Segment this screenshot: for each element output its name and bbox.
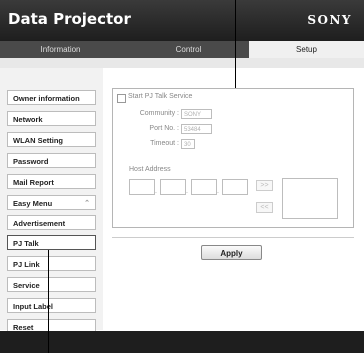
host-address-octet-1[interactable]: [129, 179, 155, 195]
brand-logo: SONY: [307, 13, 352, 27]
sidebar-item-owner-information[interactable]: Owner information: [7, 90, 96, 105]
tab-bar: Information Control Setup: [0, 41, 364, 58]
callout-line-panel: [235, 0, 236, 88]
tab-control[interactable]: Control: [128, 41, 249, 58]
community-field[interactable]: SONY: [181, 109, 212, 119]
sidebar-item-label: Easy Menu: [13, 199, 53, 208]
footer-bar: [0, 331, 364, 353]
octet-separator: .: [155, 188, 157, 195]
port-field[interactable]: 53484: [181, 124, 212, 134]
sidebar-item-easy-menu[interactable]: Easy Menu ⌃: [7, 195, 96, 210]
app-header: Data Projector SONY: [0, 0, 364, 41]
sidebar-item-wlan-setting[interactable]: WLAN Setting: [7, 132, 96, 147]
sidebar-item-input-label[interactable]: Input Label: [7, 298, 96, 313]
app-title: Data Projector: [8, 10, 131, 28]
octet-separator: .: [217, 188, 219, 195]
sidebar-item-advertisement[interactable]: Advertisement: [7, 215, 96, 230]
sub-bar: [0, 58, 364, 68]
add-host-button[interactable]: >>: [256, 180, 273, 191]
host-address-list[interactable]: [282, 178, 338, 219]
timeout-field[interactable]: 30: [181, 139, 195, 149]
sidebar-item-network[interactable]: Network: [7, 111, 96, 126]
start-service-label: Start PJ Talk Service: [128, 93, 193, 100]
timeout-label: Timeout :: [150, 140, 179, 147]
chevron-up-icon: ⌃: [84, 200, 90, 207]
apply-button[interactable]: Apply: [201, 245, 262, 260]
sidebar-item-pj-link[interactable]: PJ Link: [7, 256, 96, 271]
host-address-label: Host Address: [129, 166, 171, 173]
remove-host-button[interactable]: <<: [256, 202, 273, 213]
sidebar-item-password[interactable]: Password: [7, 153, 96, 168]
divider: [112, 237, 354, 238]
octet-separator: .: [186, 188, 188, 195]
port-label: Port No. :: [149, 125, 179, 132]
start-service-checkbox[interactable]: [117, 94, 126, 103]
community-label: Community :: [139, 110, 179, 117]
sidebar-item-pj-talk[interactable]: PJ Talk: [7, 235, 96, 250]
host-address-octet-3[interactable]: [191, 179, 217, 195]
host-address-octet-2[interactable]: [160, 179, 186, 195]
callout-line-pj-talk: [48, 250, 49, 353]
host-address-octet-4[interactable]: [222, 179, 248, 195]
tab-setup[interactable]: Setup: [249, 41, 364, 58]
sidebar-item-mail-report[interactable]: Mail Report: [7, 174, 96, 189]
sidebar-item-service[interactable]: Service: [7, 277, 96, 292]
tab-information[interactable]: Information: [0, 41, 121, 58]
